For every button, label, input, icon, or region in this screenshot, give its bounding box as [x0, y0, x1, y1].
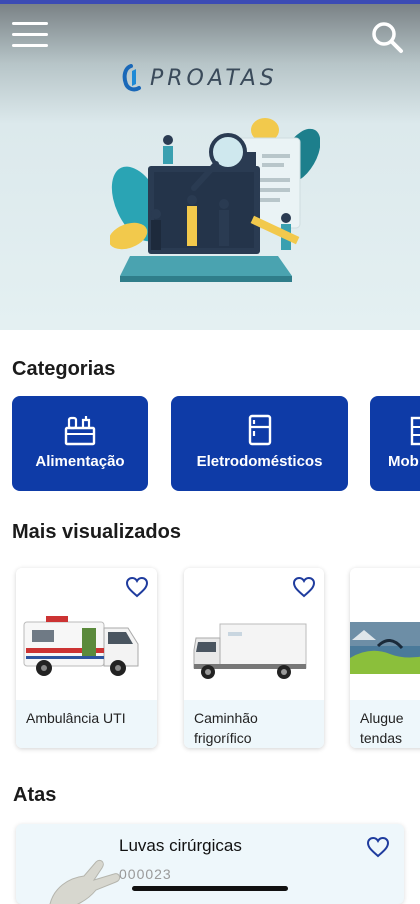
furniture-icon	[410, 416, 420, 446]
most-viewed-heading: Mais visualizados	[12, 521, 181, 543]
food-icon	[64, 416, 96, 446]
hero-illustration	[110, 118, 320, 282]
product-card-tendas[interactable]: Alugue tendas	[350, 568, 420, 748]
category-moveis[interactable]: Mob	[370, 396, 420, 491]
category-alimentacao[interactable]: Alimentação	[12, 396, 148, 491]
search-button[interactable]	[370, 20, 404, 54]
product-card-caminhao[interactable]: Caminhão frigorífico	[184, 568, 324, 748]
product-title-line2: tendas	[360, 730, 403, 746]
category-eletrodomesticos[interactable]: Eletrodomésticos	[171, 396, 348, 491]
categories-heading: Categorias	[12, 358, 116, 380]
tent-image	[350, 622, 420, 674]
product-title: Ambulância UTI	[26, 710, 126, 726]
ata-item[interactable]: Luvas cirúrgicas 000023	[16, 824, 404, 904]
ata-code: 000023	[119, 866, 172, 882]
fridge-icon	[248, 414, 271, 446]
menu-button[interactable]	[12, 22, 48, 52]
ata-title: Luvas cirúrgicas	[119, 836, 242, 855]
app-logo: PROATAS	[122, 62, 278, 94]
product-caption: Alugue tendas	[350, 700, 420, 748]
hero-header: PROATAS	[0, 4, 420, 330]
search-icon	[372, 22, 403, 53]
product-title: Alugue	[360, 710, 404, 726]
logo-icon	[122, 64, 141, 92]
menu-icon-line	[12, 22, 48, 25]
product-caption: Caminhão frigorífico	[184, 700, 324, 748]
menu-icon-line	[12, 44, 48, 47]
product-title-line2: frigorífico	[194, 730, 252, 746]
logo-text: PROATAS	[150, 65, 278, 91]
category-label: Eletrodomésticos	[196, 453, 323, 470]
product-title: Caminhão	[194, 710, 258, 726]
atas-heading: Atas	[13, 784, 57, 806]
gloves-image	[49, 859, 121, 904]
category-label: Alimentação	[35, 453, 125, 470]
favorite-heart-icon[interactable]	[125, 576, 149, 598]
product-image	[350, 568, 420, 700]
product-card-ambulancia[interactable]: Ambulância UTI	[16, 568, 157, 748]
favorite-heart-icon[interactable]	[366, 836, 390, 858]
category-label: Mob	[388, 453, 419, 470]
home-indicator[interactable]	[132, 886, 288, 891]
product-caption: Ambulância UTI	[16, 700, 157, 748]
favorite-heart-icon[interactable]	[292, 576, 316, 598]
menu-icon-line	[12, 33, 48, 36]
